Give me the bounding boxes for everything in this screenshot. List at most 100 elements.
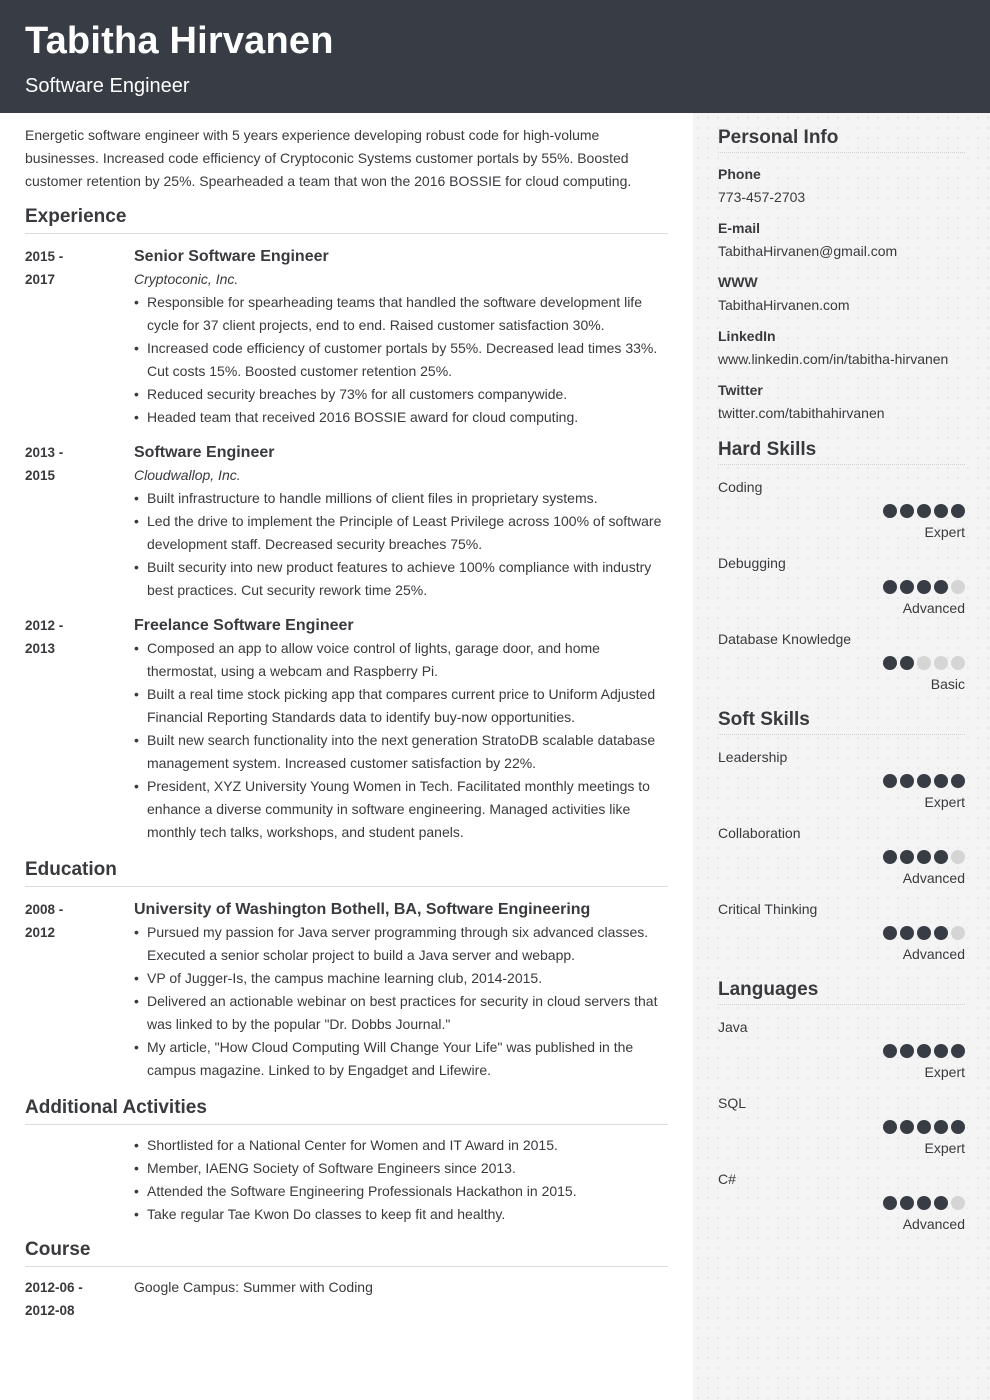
bullet-item: Built new search functionality into the …	[134, 729, 668, 775]
linkedin-label: LinkedIn	[718, 328, 776, 344]
skill-item: SQL Expert	[718, 1094, 965, 1170]
bullet-item: Reduced security breaches by 73% for all…	[134, 383, 668, 406]
entry-dates: 2015 - 2017	[25, 245, 115, 291]
skill-rating	[883, 926, 965, 940]
bullet-item: My article, "How Cloud Computing Will Ch…	[134, 1036, 668, 1082]
bullet-item: Headed team that received 2016 BOSSIE aw…	[134, 406, 668, 429]
job-title: Freelance Software Engineer	[134, 617, 354, 634]
bullet-item: Built infrastructure to handle millions …	[134, 487, 668, 510]
rating-dot-filled-icon	[883, 1196, 897, 1210]
skill-item: Leadership Expert	[718, 748, 965, 824]
date-end: 2013	[25, 641, 56, 656]
skill-rating	[883, 504, 965, 518]
skill-list: Leadership Expert Collaboration Advanced Cri…	[718, 748, 965, 976]
website-label: WWW	[718, 274, 758, 290]
job-title: Software Engineer	[134, 444, 275, 461]
soft-skills-section: Soft Skills Leadership Expert Collaboratio…	[718, 709, 965, 976]
hard-skills-heading: Hard Skills	[718, 439, 965, 465]
bullet-item: Delivered an actionable webinar on best …	[134, 990, 668, 1036]
education-heading: Education	[25, 859, 668, 887]
date-start: 2008 -	[25, 902, 64, 917]
skill-list: Coding Expert Debugging Advanced Database Kn…	[718, 478, 965, 706]
skill-item: Java Expert	[718, 1018, 965, 1094]
rating-dot-filled-icon	[900, 656, 914, 670]
date-start: 2015 -	[25, 249, 64, 264]
skill-level: Expert	[924, 794, 965, 810]
skill-rating	[883, 774, 965, 788]
degree-title: University of Washington Bothell, BA, So…	[134, 901, 591, 918]
rating-dot-empty-icon	[951, 580, 965, 594]
soft-skills-heading: Soft Skills	[718, 709, 965, 735]
skill-name: Leadership	[718, 749, 788, 765]
rating-dot-filled-icon	[883, 1044, 897, 1058]
email-link[interactable]: TabithaHirvanen@gmail.com	[718, 240, 965, 263]
rating-dot-filled-icon	[951, 1044, 965, 1058]
resume-header: Tabitha Hirvanen Software Engineer	[0, 0, 990, 113]
skill-level: Expert	[924, 1064, 965, 1080]
email-label: E-mail	[718, 220, 761, 236]
skill-rating	[883, 656, 965, 670]
bullet-item: Built a real time stock picking app that…	[134, 683, 668, 729]
rating-dot-filled-icon	[934, 774, 948, 788]
rating-dot-filled-icon	[900, 580, 914, 594]
skill-name: Database Knowledge	[718, 631, 852, 647]
date-start: 2012-06 -	[25, 1280, 83, 1295]
rating-dot-filled-icon	[934, 850, 948, 864]
course-heading: Course	[25, 1239, 668, 1267]
bullet-list: Pursued my passion for Java server progr…	[134, 921, 668, 1082]
skill-name: Critical Thinking	[718, 901, 818, 917]
skill-list: Java Expert SQL Expert C# Advanced	[718, 1018, 965, 1246]
twitter-link[interactable]: twitter.com/tabithahirvanen	[718, 402, 965, 425]
languages-heading: Languages	[718, 979, 965, 1005]
rating-dot-filled-icon	[883, 850, 897, 864]
linkedin-link[interactable]: www.linkedin.com/in/tabitha-hirvanen	[718, 348, 965, 371]
job-title: Senior Software Engineer	[134, 248, 329, 265]
skill-rating	[883, 580, 965, 594]
bullet-item: Led the drive to implement the Principle…	[134, 510, 668, 556]
skill-level: Advanced	[902, 1216, 965, 1232]
date-end: 2012	[25, 925, 56, 940]
date-end: 2015	[25, 468, 56, 483]
phone-value: 773-457-2703	[718, 189, 806, 205]
website-link[interactable]: TabithaHirvanen.com	[718, 294, 965, 317]
bullet-list: Built infrastructure to handle millions …	[134, 487, 668, 602]
rating-dot-filled-icon	[917, 850, 931, 864]
rating-dot-filled-icon	[900, 504, 914, 518]
bullet-item: VP of Jugger-Is, the campus machine lear…	[134, 967, 668, 990]
rating-dot-empty-icon	[951, 656, 965, 670]
entry-dates: 2013 - 2015	[25, 441, 115, 487]
rating-dot-filled-icon	[951, 504, 965, 518]
bullet-item: Shortlisted for a National Center for Wo…	[134, 1134, 668, 1157]
rating-dot-filled-icon	[951, 1120, 965, 1134]
bullet-item: Member, IAENG Society of Software Engine…	[134, 1157, 668, 1180]
skill-item: Collaboration Advanced	[718, 824, 965, 900]
candidate-name: Tabitha Hirvanen	[25, 20, 334, 62]
rating-dot-filled-icon	[900, 926, 914, 940]
rating-dot-filled-icon	[917, 1196, 931, 1210]
bullet-item: Built security into new product features…	[134, 556, 668, 602]
skill-name: Coding	[718, 479, 763, 495]
bullet-list: Responsible for spearheading teams that …	[134, 291, 668, 429]
personal-info-heading: Personal Info	[718, 127, 965, 153]
skill-item: C# Advanced	[718, 1170, 965, 1246]
personal-info-section: Personal Info Phone 773-457-2703 E-mail …	[718, 127, 965, 425]
skill-name: Debugging	[718, 555, 786, 571]
rating-dot-empty-icon	[951, 1196, 965, 1210]
skill-item: Database Knowledge Basic	[718, 630, 965, 706]
skill-level: Advanced	[902, 870, 965, 886]
languages-section: Languages Java Expert SQL Expert C# Advanced	[718, 979, 965, 1246]
skill-rating	[883, 1196, 965, 1210]
rating-dot-filled-icon	[900, 1120, 914, 1134]
rating-dot-filled-icon	[883, 656, 897, 670]
rating-dot-filled-icon	[883, 580, 897, 594]
rating-dot-filled-icon	[900, 774, 914, 788]
rating-dot-empty-icon	[951, 926, 965, 940]
rating-dot-filled-icon	[917, 774, 931, 788]
skill-rating	[883, 1044, 965, 1058]
activities-heading: Additional Activities	[25, 1097, 668, 1125]
bullet-item: Increased code efficiency of customer po…	[134, 337, 668, 383]
rating-dot-filled-icon	[900, 850, 914, 864]
bullet-item: President, XYZ University Young Women in…	[134, 775, 668, 844]
rating-dot-filled-icon	[934, 580, 948, 594]
candidate-role: Software Engineer	[25, 75, 190, 97]
